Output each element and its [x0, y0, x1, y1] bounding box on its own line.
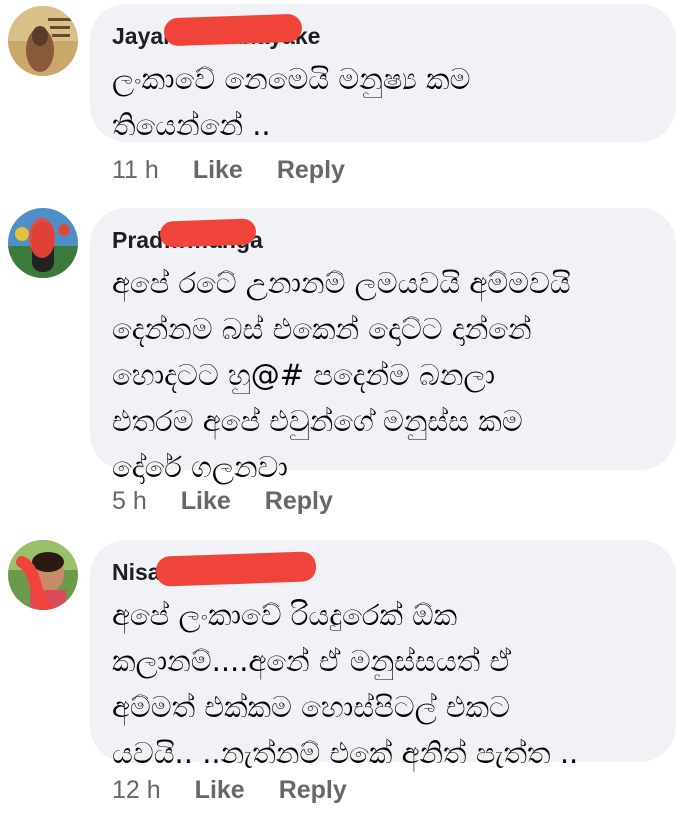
avatar[interactable] [8, 6, 78, 76]
comment-text: අපේ ලංකාවේ රියදුරෙක් ඕක කලානම්....අනේ ඒ … [112, 598, 579, 770]
like-button[interactable]: Like [181, 487, 231, 516]
comment-timestamp[interactable]: 5 h [112, 487, 147, 516]
comment-bubble: Prad……anga අපේ රටේ උනානම් ලමයවයි අම්මවයි… [90, 208, 676, 484]
comment-author[interactable]: Jayal……hanayake [112, 13, 320, 50]
avatar[interactable] [8, 540, 78, 610]
comment-actions: 5 h Like Reply [112, 485, 333, 517]
comment-bubble: Nisa……na අපේ ලංකාවේ රියදුරෙක් ඕක කලානම්.… [90, 540, 676, 770]
redaction-mark [159, 218, 257, 248]
redaction-mark [155, 551, 317, 587]
comment-timestamp[interactable]: 12 h [112, 776, 161, 805]
like-button[interactable]: Like [195, 776, 245, 805]
comment-text: අපේ රටේ උනානම් ලමයවයි අම්මවයි දෙන්නම බස්… [112, 266, 571, 484]
like-button[interactable]: Like [193, 156, 243, 185]
reply-button[interactable]: Reply [265, 487, 333, 516]
redaction-mark [163, 13, 303, 47]
reply-button[interactable]: Reply [279, 776, 347, 805]
comment-text: ලංකාවේ නෙමෙයි මනුෂ්‍ය කම තියෙන්නේ .. [112, 62, 471, 142]
comment-author[interactable]: Prad……anga [112, 218, 263, 254]
comment-timestamp[interactable]: 11 h [112, 156, 159, 185]
comment-author[interactable]: Nisa……na [112, 551, 317, 587]
comment-actions: 11 h Like Reply [112, 154, 345, 186]
comment-bubble: Jayal……hanayake ලංකාවේ නෙමෙයි මනුෂ්‍ය කම… [90, 4, 676, 142]
comment-actions: 12 h Like Reply [112, 774, 347, 806]
reply-button[interactable]: Reply [277, 156, 345, 185]
avatar[interactable] [8, 208, 78, 278]
